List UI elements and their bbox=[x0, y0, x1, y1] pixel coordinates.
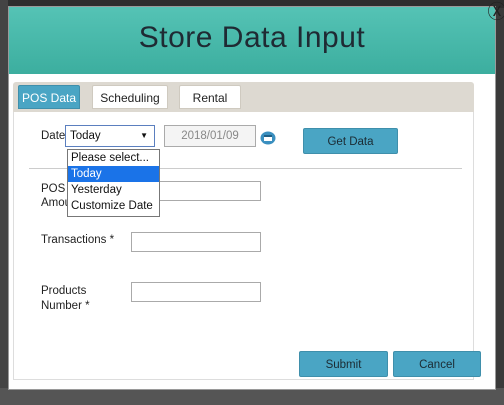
transactions-input[interactable] bbox=[131, 232, 261, 252]
close-icon[interactable]: Ⓧ bbox=[486, 2, 504, 24]
products-label-line2: Number * bbox=[41, 300, 90, 312]
tab-scheduling[interactable]: Scheduling bbox=[92, 85, 168, 109]
products-number-input[interactable] bbox=[131, 282, 261, 302]
submit-button[interactable]: Submit bbox=[299, 351, 388, 377]
backdrop-bottom bbox=[0, 388, 504, 405]
tab-pos-data[interactable]: POS Data bbox=[18, 85, 80, 109]
calendar-icon[interactable] bbox=[260, 131, 276, 145]
dropdown-option-today[interactable]: Today bbox=[68, 166, 159, 182]
cancel-button[interactable]: Cancel bbox=[393, 351, 481, 377]
get-data-button[interactable]: Get Data bbox=[303, 128, 398, 154]
products-label-line1: Products bbox=[41, 285, 87, 297]
dialog-header: Store Data Input bbox=[9, 7, 495, 74]
dropdown-option-please-select[interactable]: Please select... bbox=[68, 150, 159, 166]
tabs-bar: POS Data Scheduling Rental bbox=[13, 82, 474, 112]
dropdown-option-yesterday[interactable]: Yesterday bbox=[68, 182, 159, 198]
date-field[interactable]: 2018/01/09 bbox=[164, 125, 256, 147]
backdrop-left bbox=[0, 0, 8, 405]
tab-rental[interactable]: Rental bbox=[179, 85, 241, 109]
date-select[interactable]: Today ▼ bbox=[65, 125, 155, 147]
transactions-label: Transactions * bbox=[41, 234, 115, 246]
date-select-dropdown: Please select... Today Yesterday Customi… bbox=[67, 149, 160, 217]
dialog-title: Store Data Input bbox=[138, 21, 366, 54]
chevron-down-icon: ▼ bbox=[140, 131, 148, 140]
date-select-value: Today bbox=[70, 130, 101, 142]
date-label: Date bbox=[41, 130, 66, 142]
dropdown-option-customize-date[interactable]: Customize Date bbox=[68, 198, 159, 214]
